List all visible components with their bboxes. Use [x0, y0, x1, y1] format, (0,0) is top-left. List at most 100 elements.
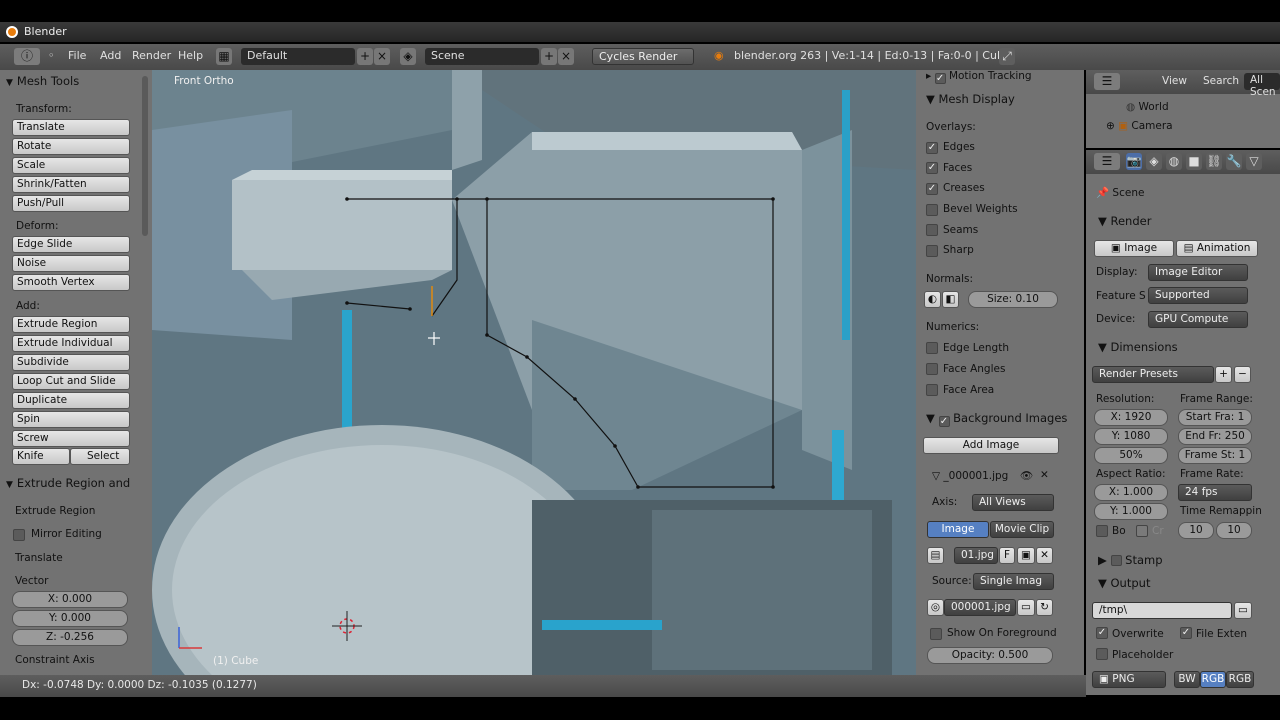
remove-scene-button[interactable]: × — [558, 48, 574, 65]
crop-checkbox[interactable] — [1136, 525, 1148, 537]
motion-tracking-checkbox[interactable]: ✓ — [934, 73, 946, 84]
browse-folder-icon[interactable]: ▭ — [1017, 599, 1035, 616]
toolshelf-scrollbar[interactable] — [142, 76, 148, 236]
color-rgba-button[interactable]: RGB — [1226, 671, 1254, 688]
display-mode-select[interactable]: All Scen — [1244, 73, 1280, 98]
object-tab-icon[interactable]: ■ — [1186, 153, 1202, 170]
add-scene-button[interactable]: + — [541, 48, 557, 65]
file-extensions-checkbox[interactable]: ✓ — [1180, 627, 1192, 639]
visibility-eye-icon[interactable]: 👁 — [1020, 469, 1033, 482]
editor-type-icon[interactable]: ⓘ — [14, 48, 40, 65]
render-tab-icon[interactable]: 📷 — [1126, 153, 1142, 170]
seams-checkbox[interactable] — [926, 224, 938, 236]
face-angles-checkbox[interactable] — [926, 363, 938, 375]
3d-viewport[interactable]: Front Ortho (1) Cube — [152, 70, 916, 675]
tab-image[interactable]: Image — [927, 521, 989, 538]
operator-panel-header[interactable]: ▼ Extrude Region and — [6, 476, 130, 490]
outliner-view-menu[interactable]: View — [1162, 75, 1187, 87]
bevel-weights-checkbox[interactable] — [926, 204, 938, 216]
tab-movie-clip[interactable]: Movie Clip — [990, 521, 1054, 538]
remap-old-field[interactable]: 10 — [1178, 522, 1214, 539]
reload-icon[interactable]: ↻ — [1036, 599, 1053, 616]
collapse-icon[interactable]: ◦ — [48, 49, 55, 62]
menu-file[interactable]: File — [68, 49, 86, 62]
frame-step-field[interactable]: Frame St: 1 — [1178, 447, 1252, 464]
subdivide-button[interactable]: Subdivide — [12, 354, 130, 371]
noise-button[interactable]: Noise — [12, 255, 130, 272]
vector-z-field[interactable]: Z: -0.256 — [12, 629, 128, 646]
loop-cut-button[interactable]: Loop Cut and Slide — [12, 373, 130, 390]
overwrite-checkbox[interactable]: ✓ — [1096, 627, 1108, 639]
vector-y-field[interactable]: Y: 0.000 — [12, 610, 128, 627]
edge-length-checkbox[interactable] — [926, 342, 938, 354]
fake-user-button[interactable]: F — [999, 547, 1015, 564]
mirror-editing-checkbox[interactable] — [13, 529, 25, 541]
extrude-individual-button[interactable]: Extrude Individual — [12, 335, 130, 352]
render-panel-header[interactable]: ▼ Render — [1098, 214, 1151, 228]
vector-x-field[interactable]: X: 0.000 — [12, 591, 128, 608]
menu-render[interactable]: Render — [132, 49, 171, 62]
remap-new-field[interactable]: 10 — [1216, 522, 1252, 539]
faces-checkbox[interactable]: ✓ — [926, 162, 938, 174]
mesh-display-header[interactable]: ▼ Mesh Display — [926, 92, 1015, 106]
file-icon[interactable]: ◎ — [927, 599, 944, 616]
normal-size-field[interactable]: Size: 0.10 — [968, 291, 1058, 308]
rotate-button[interactable]: Rotate — [12, 138, 130, 155]
resolution-y-field[interactable]: Y: 1080 — [1094, 428, 1168, 445]
remove-preset-button[interactable]: − — [1234, 366, 1251, 383]
opacity-field[interactable]: Opacity: 0.500 — [927, 647, 1053, 664]
duplicate-button[interactable]: Duplicate — [12, 392, 130, 409]
dimensions-panel-header[interactable]: ▼ Dimensions — [1098, 340, 1178, 354]
image-filepath-field[interactable]: 000001.jpg — [944, 599, 1016, 616]
edges-checkbox[interactable]: ✓ — [926, 142, 938, 154]
file-format-select[interactable]: ▣ PNG — [1092, 671, 1166, 688]
smooth-vertex-button[interactable]: Smooth Vertex — [12, 274, 130, 291]
render-image-button[interactable]: ▣ Image — [1094, 240, 1174, 257]
render-animation-button[interactable]: ▤ Animation — [1176, 240, 1258, 257]
unlink-image-icon[interactable]: ✕ — [1036, 547, 1053, 564]
fullscreen-icon[interactable]: ⤢ — [999, 48, 1015, 65]
face-normals-icon[interactable]: ◧ — [942, 291, 959, 308]
mesh-tools-header[interactable]: ▼ Mesh Tools — [6, 74, 79, 88]
resolution-percent-field[interactable]: 50% — [1094, 447, 1168, 464]
translate-button[interactable]: Translate — [12, 119, 130, 136]
shrink-fatten-button[interactable]: Shrink/Fatten — [12, 176, 130, 193]
placeholder-checkbox[interactable] — [1096, 648, 1108, 660]
output-panel-header[interactable]: ▼ Output — [1098, 576, 1150, 590]
push-pull-button[interactable]: Push/Pull — [12, 195, 130, 212]
background-images-checkbox[interactable]: ✓ — [938, 416, 950, 427]
output-path-field[interactable]: /tmp\ — [1092, 602, 1232, 619]
add-preset-button[interactable]: + — [1215, 366, 1232, 383]
scene-field[interactable]: Scene — [425, 48, 539, 65]
stamp-panel-header[interactable]: ▶ Stamp — [1098, 553, 1163, 567]
device-select[interactable]: GPU Compute — [1148, 311, 1248, 328]
open-image-icon[interactable]: ▣ — [1017, 547, 1035, 564]
creases-checkbox[interactable]: ✓ — [926, 183, 938, 195]
feature-set-select[interactable]: Supported — [1148, 287, 1248, 304]
render-engine-select[interactable]: Cycles Render — [592, 48, 694, 65]
constraints-tab-icon[interactable]: ⛓ — [1206, 153, 1222, 170]
bg-image-name[interactable]: ▽ _000001.jpg — [932, 470, 1008, 482]
resolution-x-field[interactable]: X: 1920 — [1094, 409, 1168, 426]
stamp-checkbox[interactable] — [1110, 555, 1122, 566]
outliner-item-world[interactable]: ◍ World — [1126, 101, 1169, 113]
spin-button[interactable]: Spin — [12, 411, 130, 428]
render-presets-select[interactable]: Render Presets — [1092, 366, 1214, 383]
add-image-button[interactable]: Add Image — [923, 437, 1059, 454]
data-tab-icon[interactable]: ▽ — [1246, 153, 1262, 170]
knife-button[interactable]: Knife — [12, 448, 70, 465]
image-datablock-field[interactable]: 01.jpg — [954, 547, 998, 564]
aspect-x-field[interactable]: X: 1.000 — [1094, 484, 1168, 501]
menu-add[interactable]: Add — [100, 49, 121, 62]
remove-bg-image-icon[interactable]: ✕ — [1040, 469, 1049, 481]
color-rgb-button[interactable]: RGB — [1200, 671, 1226, 688]
motion-tracking-header[interactable]: ▸ ✓ Motion Tracking — [926, 70, 1032, 84]
color-bw-button[interactable]: BW — [1174, 671, 1200, 688]
output-browse-icon[interactable]: ▭ — [1234, 602, 1252, 619]
fps-select[interactable]: 24 fps — [1178, 484, 1252, 501]
properties-editor-icon[interactable]: ☰ — [1094, 153, 1120, 170]
scene-tab-icon[interactable]: ◈ — [1146, 153, 1162, 170]
scale-button[interactable]: Scale — [12, 157, 130, 174]
background-images-header[interactable]: ▼ ✓ Background Images — [926, 411, 1067, 427]
vertex-normals-icon[interactable]: ◐ — [924, 291, 941, 308]
